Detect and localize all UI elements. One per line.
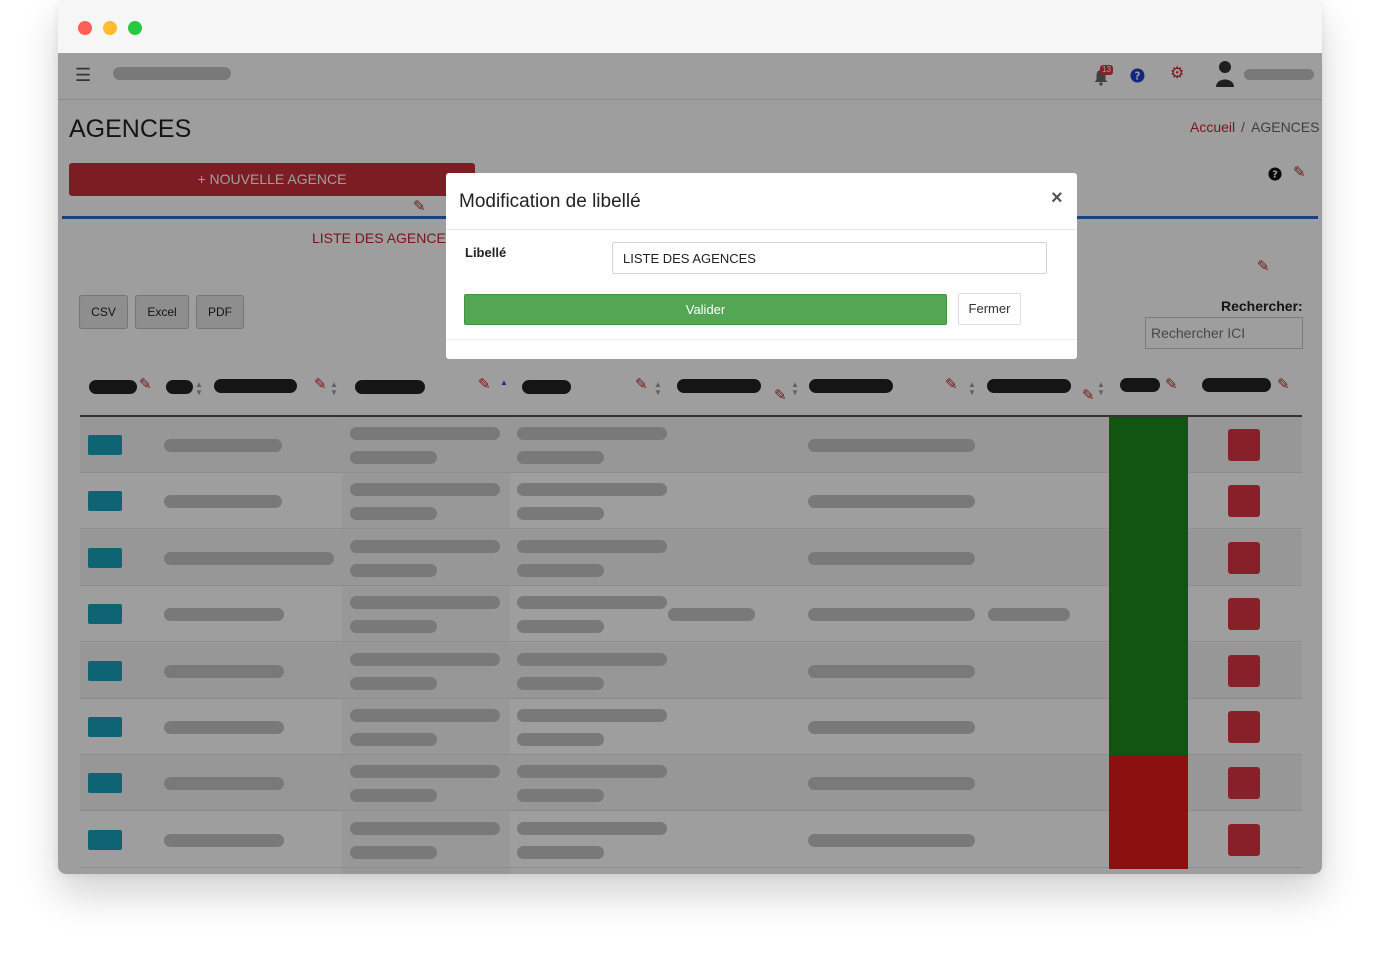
maximize-window-icon[interactable] xyxy=(128,21,142,35)
modal-divider xyxy=(446,229,1077,230)
browser-window: ☰ 13 ? ⚙ AGENCES Accueil / AGENCES + NOU… xyxy=(58,0,1322,874)
app-content: ☰ 13 ? ⚙ AGENCES Accueil / AGENCES + NOU… xyxy=(58,53,1322,874)
edit-label-modal: Modification de libellé × Libellé Valide… xyxy=(446,173,1077,359)
window-titlebar xyxy=(58,0,1322,53)
validate-button[interactable]: Valider xyxy=(464,294,947,325)
modal-footer-divider xyxy=(446,339,1077,340)
modal-title: Modification de libellé xyxy=(459,191,641,212)
label-field-input[interactable] xyxy=(612,242,1047,274)
label-field-label: Libellé xyxy=(465,245,507,260)
close-icon[interactable]: × xyxy=(1051,187,1063,210)
close-window-icon[interactable] xyxy=(78,21,92,35)
minimize-window-icon[interactable] xyxy=(103,21,117,35)
close-button[interactable]: Fermer xyxy=(958,293,1021,325)
